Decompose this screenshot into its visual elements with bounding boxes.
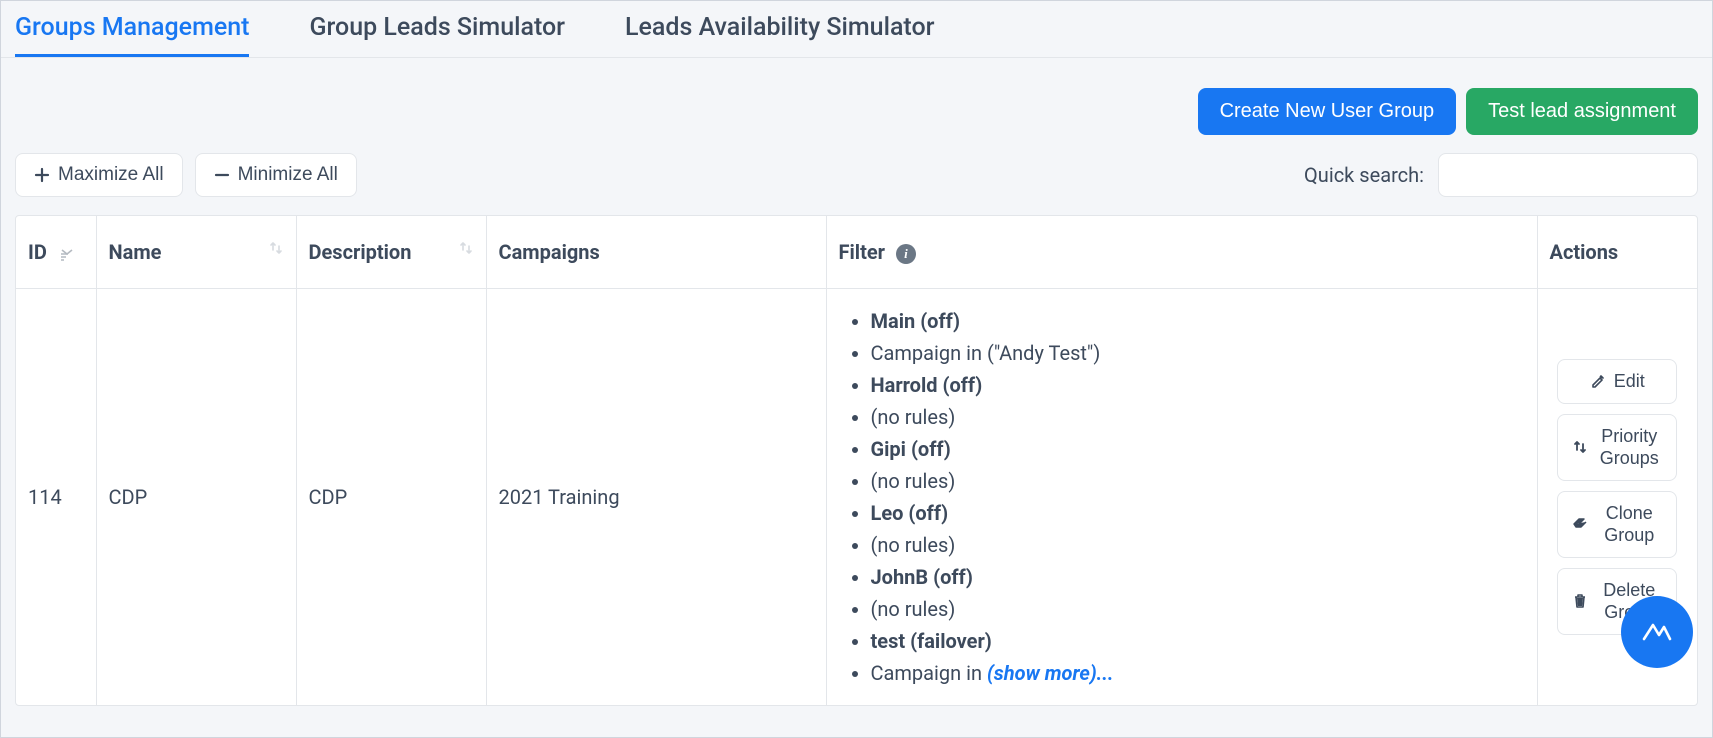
col-description[interactable]: Description (296, 216, 486, 289)
col-actions: Actions (1537, 216, 1697, 289)
edit-label: Edit (1614, 370, 1645, 393)
priority-groups-button[interactable]: Priority Groups (1557, 414, 1677, 481)
tab-leads-availability-simulator[interactable]: Leads Availability Simulator (625, 13, 934, 57)
minus-icon (214, 167, 230, 183)
sort-icon (268, 240, 284, 256)
edit-button[interactable]: Edit (1557, 359, 1677, 404)
col-campaigns: Campaigns (486, 216, 826, 289)
cell-id: 114 (16, 289, 96, 706)
col-actions-label: Actions (1550, 240, 1619, 264)
tab-group-leads-simulator[interactable]: Group Leads Simulator (309, 13, 565, 57)
tabs-bar: Groups Management Group Leads Simulator … (1, 1, 1712, 58)
plus-icon (34, 167, 50, 183)
maximize-all-button[interactable]: Maximize All (15, 153, 183, 197)
filter-item: Main (off) (871, 305, 1525, 337)
groups-table: ID Name Description (16, 216, 1697, 705)
show-more-link[interactable]: (show more)... (987, 661, 1114, 685)
col-filter-label: Filter (839, 240, 885, 264)
filter-item-showmore: Campaign in (show more)... (871, 657, 1525, 689)
filter-item: Harrold (off) (871, 369, 1525, 401)
toolbar-left: Maximize All Minimize All (15, 153, 357, 197)
cell-name: CDP (96, 289, 296, 706)
filter-item: (no rules) (871, 401, 1525, 433)
filter-item: JohnB (off) (871, 561, 1525, 593)
col-name[interactable]: Name (96, 216, 296, 289)
filter-item: Gipi (off) (871, 433, 1525, 465)
create-user-group-button[interactable]: Create New User Group (1198, 88, 1457, 135)
clone-label: Clone Group (1596, 502, 1662, 547)
quick-search-input[interactable] (1438, 153, 1698, 197)
col-id[interactable]: ID (16, 216, 96, 289)
col-name-label: Name (109, 240, 162, 264)
filter-item: Leo (off) (871, 497, 1525, 529)
filter-item: Campaign in ("Andy Test") (871, 337, 1525, 369)
priority-label: Priority Groups (1596, 425, 1662, 470)
filter-item: (no rules) (871, 465, 1525, 497)
cell-filter: Main (off) Campaign in ("Andy Test") Har… (826, 289, 1537, 706)
col-id-label: ID (28, 240, 47, 264)
maximize-label: Maximize All (58, 164, 164, 186)
edit-icon (1590, 374, 1606, 390)
toolbar-right: Quick search: (1304, 153, 1698, 197)
toolbar: Maximize All Minimize All Quick search: (1, 135, 1712, 215)
filter-item: (no rules) (871, 593, 1525, 625)
groups-table-wrap: ID Name Description (15, 215, 1698, 706)
search-label: Quick search: (1304, 163, 1424, 187)
clone-group-button[interactable]: Clone Group (1557, 491, 1677, 558)
cell-campaigns: 2021 Training (486, 289, 826, 706)
cell-description: CDP (296, 289, 486, 706)
test-lead-assignment-button[interactable]: Test lead assignment (1466, 88, 1698, 135)
fab-button[interactable] (1621, 596, 1693, 668)
col-description-label: Description (309, 240, 412, 264)
filter-item: test (failover) (871, 625, 1525, 657)
priority-icon (1572, 439, 1588, 455)
top-action-row: Create New User Group Test lead assignme… (1, 58, 1712, 135)
tab-groups-management[interactable]: Groups Management (15, 13, 249, 57)
table-header-row: ID Name Description (16, 216, 1697, 289)
sort-desc-icon (58, 245, 76, 263)
fab-icon (1640, 615, 1674, 649)
clone-icon (1572, 516, 1588, 532)
filter-last-prefix: Campaign in (871, 661, 988, 685)
filter-list: Main (off) Campaign in ("Andy Test") Har… (839, 305, 1525, 689)
col-campaigns-label: Campaigns (499, 240, 600, 264)
filter-item: (no rules) (871, 529, 1525, 561)
minimize-all-button[interactable]: Minimize All (195, 153, 357, 197)
minimize-label: Minimize All (238, 164, 338, 186)
info-icon[interactable]: i (896, 244, 916, 264)
col-filter: Filter i (826, 216, 1537, 289)
trash-icon (1572, 593, 1588, 609)
table-row: 114 CDP CDP 2021 Training Main (off) Cam… (16, 289, 1697, 706)
sort-icon (458, 240, 474, 256)
